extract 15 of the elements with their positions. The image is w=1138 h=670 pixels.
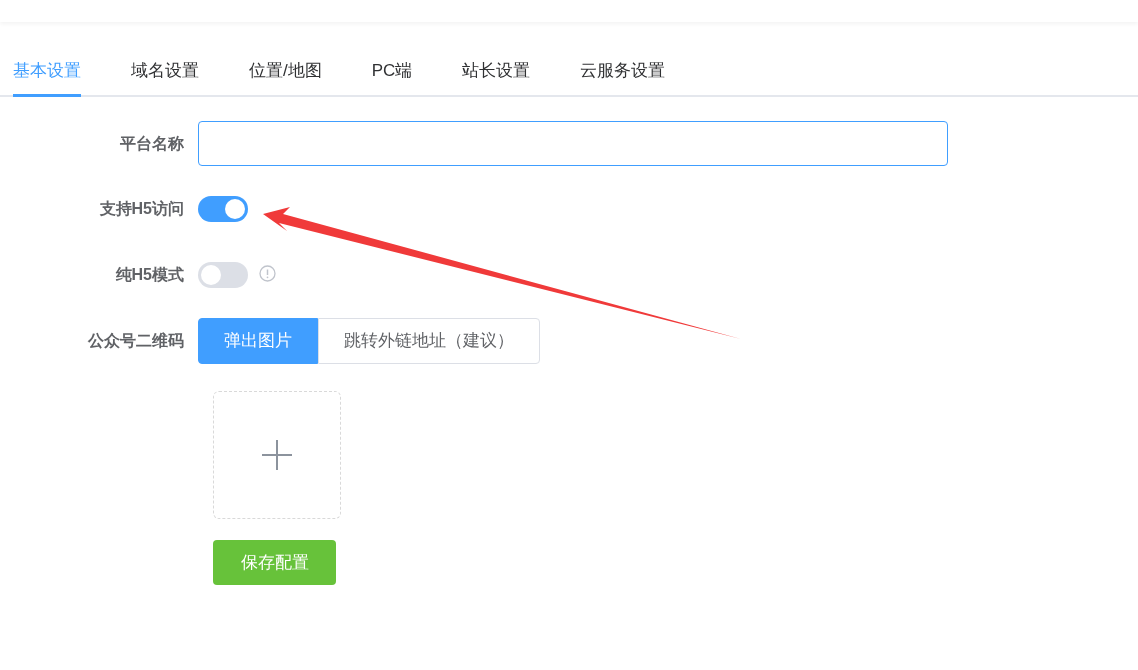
toggle-switch[interactable] [198, 196, 248, 222]
segment-option[interactable]: 跳转外链地址（建议） [318, 318, 540, 364]
field-label: 平台名称 [120, 134, 184, 152]
field-label: 公众号二维码 [88, 332, 184, 349]
toggle-switch[interactable] [198, 262, 248, 288]
input-field[interactable] [198, 121, 948, 166]
tab[interactable]: PC端 [371, 57, 413, 97]
plus-icon [262, 440, 292, 470]
tab[interactable]: 云服务设置 [580, 57, 666, 97]
field-label: 支持H5访问 [99, 200, 184, 217]
tab[interactable]: 域名设置 [131, 57, 199, 97]
field-label: 纯H5模式 [115, 266, 184, 283]
tab[interactable]: 位置/地图 [249, 57, 322, 97]
info-icon [259, 264, 276, 282]
tab[interactable]: 站长设置 [462, 57, 531, 97]
